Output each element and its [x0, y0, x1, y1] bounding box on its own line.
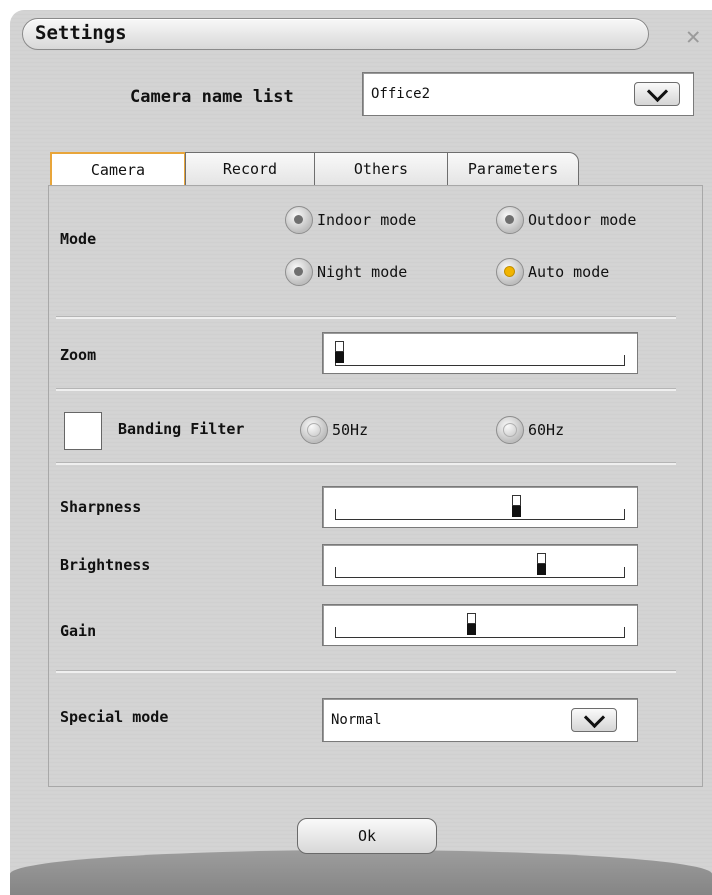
radio-indicator	[496, 206, 524, 234]
chevron-down-icon	[583, 706, 605, 728]
indoor-mode-radio[interactable]: Indoor mode	[285, 206, 416, 234]
tab-others-label: Others	[353, 160, 409, 178]
brightness-slider-thumb[interactable]	[537, 553, 547, 575]
window-title: Settings	[35, 22, 127, 44]
mode-label: Mode	[60, 230, 97, 248]
chevron-down-icon	[646, 80, 668, 102]
radio-indicator	[285, 258, 313, 286]
night-mode-radio[interactable]: Night mode	[285, 258, 407, 286]
gain-label: Gain	[60, 622, 97, 640]
outdoor-mode-radio[interactable]: Outdoor mode	[496, 206, 636, 234]
slider-track	[335, 627, 625, 638]
50hz-label: 50Hz	[332, 421, 369, 439]
brightness-slider[interactable]	[322, 544, 638, 586]
tab-camera-label: Camera	[90, 161, 146, 179]
ok-label: Ok	[357, 827, 377, 845]
radio-indicator	[300, 416, 328, 444]
divider	[56, 316, 676, 319]
tab-parameters-label: Parameters	[467, 160, 559, 178]
banding-filter-label: Banding Filter	[118, 420, 245, 438]
camera-dropdown-button[interactable]	[634, 80, 680, 106]
tab-bar: Camera Record Others Parameters	[50, 152, 579, 186]
radio-indicator	[496, 416, 524, 444]
sharpness-label: Sharpness	[60, 498, 142, 516]
brightness-label: Brightness	[60, 556, 151, 574]
sharpness-slider[interactable]	[322, 486, 638, 528]
special-mode-select[interactable]: Normal	[322, 698, 638, 742]
gain-slider[interactable]	[322, 604, 638, 646]
indoor-mode-label: Indoor mode	[317, 211, 417, 229]
tab-parameters[interactable]: Parameters	[447, 152, 579, 185]
camera-name-value: Office2	[371, 86, 431, 102]
auto-mode-label: Auto mode	[528, 263, 610, 281]
divider	[56, 388, 676, 391]
slider-track	[335, 355, 625, 366]
zoom-label: Zoom	[60, 346, 97, 364]
zoom-slider[interactable]	[322, 332, 638, 374]
tab-record[interactable]: Record	[185, 152, 315, 185]
camera-name-select[interactable]: Office2	[362, 72, 694, 116]
special-mode-dropdown-button[interactable]	[571, 706, 617, 732]
divider	[56, 462, 676, 465]
settings-window: Settings ✕ Camera name list Office2 Came…	[10, 10, 712, 895]
auto-mode-radio[interactable]: Auto mode	[496, 258, 609, 286]
tab-camera[interactable]: Camera	[50, 152, 186, 186]
special-mode-label: Special mode	[60, 708, 169, 726]
gain-slider-thumb[interactable]	[467, 613, 477, 635]
radio-indicator	[285, 206, 313, 234]
banding-filter-checkbox[interactable]	[64, 412, 102, 450]
60hz-radio[interactable]: 60Hz	[496, 416, 564, 444]
60hz-label: 60Hz	[528, 421, 565, 439]
sharpness-slider-thumb[interactable]	[512, 495, 522, 517]
window-base	[10, 850, 712, 895]
camera-name-list-label: Camera name list	[130, 87, 294, 107]
slider-track	[335, 509, 625, 520]
tab-others[interactable]: Others	[314, 152, 448, 185]
night-mode-label: Night mode	[317, 263, 408, 281]
ok-button[interactable]: Ok	[297, 818, 437, 854]
tab-record-label: Record	[222, 160, 278, 178]
slider-track	[335, 567, 625, 578]
divider	[56, 670, 676, 673]
close-icon[interactable]: ✕	[686, 22, 700, 50]
outdoor-mode-label: Outdoor mode	[528, 211, 637, 229]
50hz-radio[interactable]: 50Hz	[300, 416, 368, 444]
special-mode-value: Normal	[331, 712, 382, 728]
zoom-slider-thumb[interactable]	[335, 341, 344, 363]
radio-indicator	[496, 258, 524, 286]
